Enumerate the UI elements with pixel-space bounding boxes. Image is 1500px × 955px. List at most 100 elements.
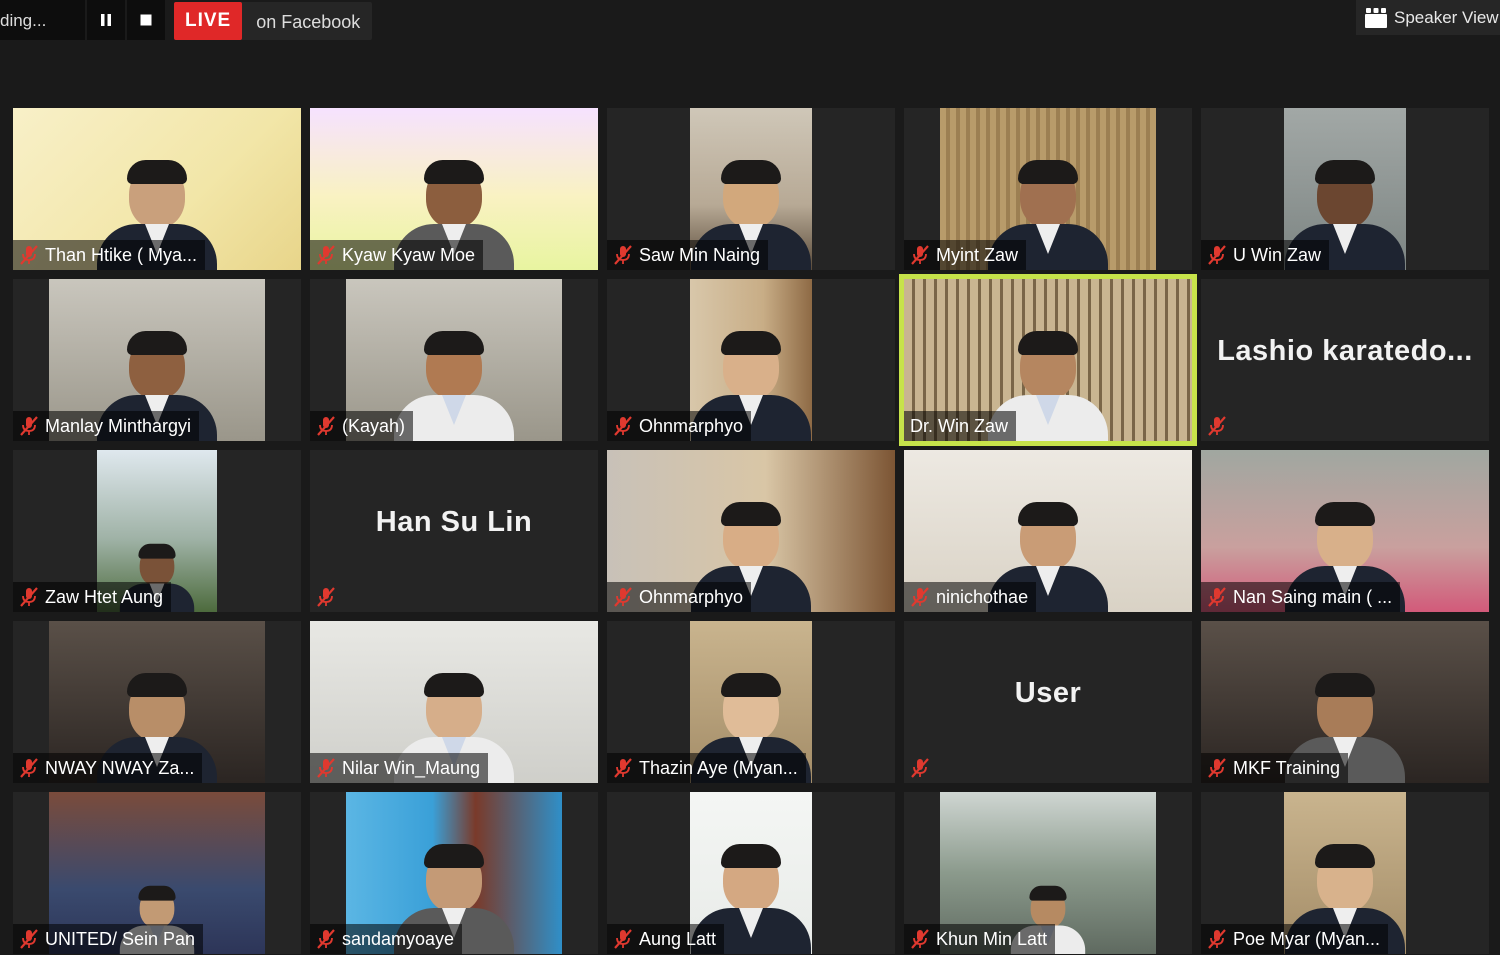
participant-name: NWAY NWAY Za... <box>45 757 195 778</box>
participant-tile[interactable]: Saw Min Naing <box>607 108 895 270</box>
participant-name-bar: Saw Min Naing <box>607 240 769 270</box>
participant-name: Kyaw Kyaw Moe <box>342 244 476 265</box>
participant-name-bar: Zaw Htet Aung <box>13 582 172 612</box>
participant-name-bar: Myint Zaw <box>904 240 1027 270</box>
speaker-view-button[interactable]: Speaker View <box>1356 0 1500 35</box>
participant-tile[interactable]: Ohnmarphyo <box>607 279 895 441</box>
participant-name-bar: Kyaw Kyaw Moe <box>310 240 484 270</box>
participant-name: Poe Myar (Myan... <box>1233 928 1381 949</box>
muted-mic-icon <box>910 928 930 950</box>
muted-mic-icon <box>910 586 930 608</box>
participant-display-name: User <box>1014 677 1082 709</box>
participant-name-bar: Khun Min Latt <box>904 924 1056 954</box>
participant-tile[interactable]: Khun Min Latt <box>904 792 1192 954</box>
participant-name: Myint Zaw <box>936 244 1019 265</box>
grid-view-icon <box>1365 7 1387 28</box>
participant-name-bar: Nilar Win_Maung <box>310 753 489 783</box>
muted-mic-icon <box>1207 244 1227 266</box>
participant-tile[interactable]: Kyaw Kyaw Moe <box>310 108 598 270</box>
participant-name-bar: UNITED/ Sein Pan <box>13 924 204 954</box>
pause-recording-button[interactable] <box>87 0 125 40</box>
participant-tile[interactable]: Nilar Win_Maung <box>310 621 598 783</box>
participant-name: Aung Latt <box>639 928 717 949</box>
participant-tile[interactable]: User <box>904 621 1192 783</box>
participant-name-bar: Ohnmarphyo <box>607 411 752 441</box>
recording-status: ding... <box>0 0 85 40</box>
muted-mic-icon <box>1207 586 1227 608</box>
participant-display-name: Lashio karatedo... <box>1217 335 1473 367</box>
stop-recording-button[interactable] <box>127 0 165 40</box>
muted-mic-icon <box>613 757 633 779</box>
participant-name-bar: Than Htike ( Mya... <box>13 240 206 270</box>
participant-name-bar: Ohnmarphyo <box>607 582 752 612</box>
muted-mic-icon <box>613 415 633 437</box>
muted-mic-icon <box>613 244 633 266</box>
participant-tile[interactable]: Thazin Aye (Myan... <box>607 621 895 783</box>
participant-tile[interactable]: sandamyoaye <box>310 792 598 954</box>
participant-name: U Win Zaw <box>1233 244 1322 265</box>
participant-tile[interactable]: U Win Zaw <box>1201 108 1489 270</box>
participant-tile[interactable]: Lashio karatedo... <box>1201 279 1489 441</box>
participant-name: Nan Saing main ( ... <box>1233 586 1393 607</box>
gallery-grid: Than Htike ( Mya... Kyaw Kyaw Moe Saw Min … <box>13 108 1489 955</box>
participant-tile[interactable]: Zaw Htet Aung <box>13 450 301 612</box>
muted-mic-icon <box>19 757 39 779</box>
participant-tile[interactable]: (Kayah) <box>310 279 598 441</box>
participant-name: Manlay Minthargyi <box>45 415 192 436</box>
participant-name: Zaw Htet Aung <box>45 586 164 607</box>
participant-tile[interactable]: NWAY NWAY Za... <box>13 621 301 783</box>
participant-tile[interactable]: Dr. Win Zaw <box>899 274 1197 446</box>
participant-name: (Kayah) <box>342 415 406 436</box>
live-stream-indicator[interactable]: LIVE on Facebook <box>174 2 373 40</box>
participant-name: Ohnmarphyo <box>639 415 744 436</box>
participant-tile[interactable]: Manlay Minthargyi <box>13 279 301 441</box>
muted-mic-icon <box>1207 757 1227 779</box>
participant-tile[interactable]: Myint Zaw <box>904 108 1192 270</box>
participant-name: Saw Min Naing <box>639 244 761 265</box>
muted-mic-icon <box>1207 415 1227 437</box>
muted-mic-icon <box>19 244 39 266</box>
participant-name-bar <box>1201 411 1235 441</box>
muted-mic-icon <box>19 928 39 950</box>
participant-name-bar: (Kayah) <box>310 411 414 441</box>
participant-name: MKF Training <box>1233 757 1341 778</box>
participant-tile[interactable]: Aung Latt <box>607 792 895 954</box>
participant-name-bar: sandamyoaye <box>310 924 463 954</box>
participant-name: UNITED/ Sein Pan <box>45 928 196 949</box>
participant-name-bar: Aung Latt <box>607 924 725 954</box>
recording-controls: ding... <box>0 0 165 40</box>
participant-name-bar: Poe Myar (Myan... <box>1201 924 1389 954</box>
participant-name: ninichothae <box>936 586 1029 607</box>
live-badge: LIVE <box>174 2 243 40</box>
participant-tile[interactable]: Nan Saing main ( ... <box>1201 450 1489 612</box>
muted-mic-icon <box>910 244 930 266</box>
participant-tile[interactable]: Han Su Lin <box>310 450 598 612</box>
muted-mic-icon <box>613 586 633 608</box>
participant-name: Than Htike ( Mya... <box>45 244 198 265</box>
muted-mic-icon <box>19 586 39 608</box>
participant-tile[interactable]: MKF Training <box>1201 621 1489 783</box>
muted-mic-icon <box>316 586 336 608</box>
participant-name: Thazin Aye (Myan... <box>639 757 798 778</box>
stop-icon <box>140 14 152 26</box>
muted-mic-icon <box>1207 928 1227 950</box>
participant-name: Khun Min Latt <box>936 928 1048 949</box>
participant-name-bar: Manlay Minthargyi <box>13 411 200 441</box>
participant-name-bar: NWAY NWAY Za... <box>13 753 203 783</box>
participant-tile[interactable]: ninichothae <box>904 450 1192 612</box>
participant-tile[interactable]: Poe Myar (Myan... <box>1201 792 1489 954</box>
participant-tile[interactable]: Than Htike ( Mya... <box>13 108 301 270</box>
muted-mic-icon <box>316 928 336 950</box>
participant-tile[interactable]: Ohnmarphyo <box>607 450 895 612</box>
muted-mic-icon <box>316 415 336 437</box>
participant-name-bar: Dr. Win Zaw <box>904 411 1017 441</box>
speaker-view-label: Speaker View <box>1394 7 1499 27</box>
muted-mic-icon <box>910 757 930 779</box>
participant-name-bar: Nan Saing main ( ... <box>1201 582 1401 612</box>
participant-name: Dr. Win Zaw <box>910 415 1009 436</box>
muted-mic-icon <box>613 928 633 950</box>
participant-tile[interactable]: UNITED/ Sein Pan <box>13 792 301 954</box>
participant-name-bar: MKF Training <box>1201 753 1349 783</box>
participant-name: Ohnmarphyo <box>639 586 744 607</box>
pause-icon <box>101 14 111 26</box>
